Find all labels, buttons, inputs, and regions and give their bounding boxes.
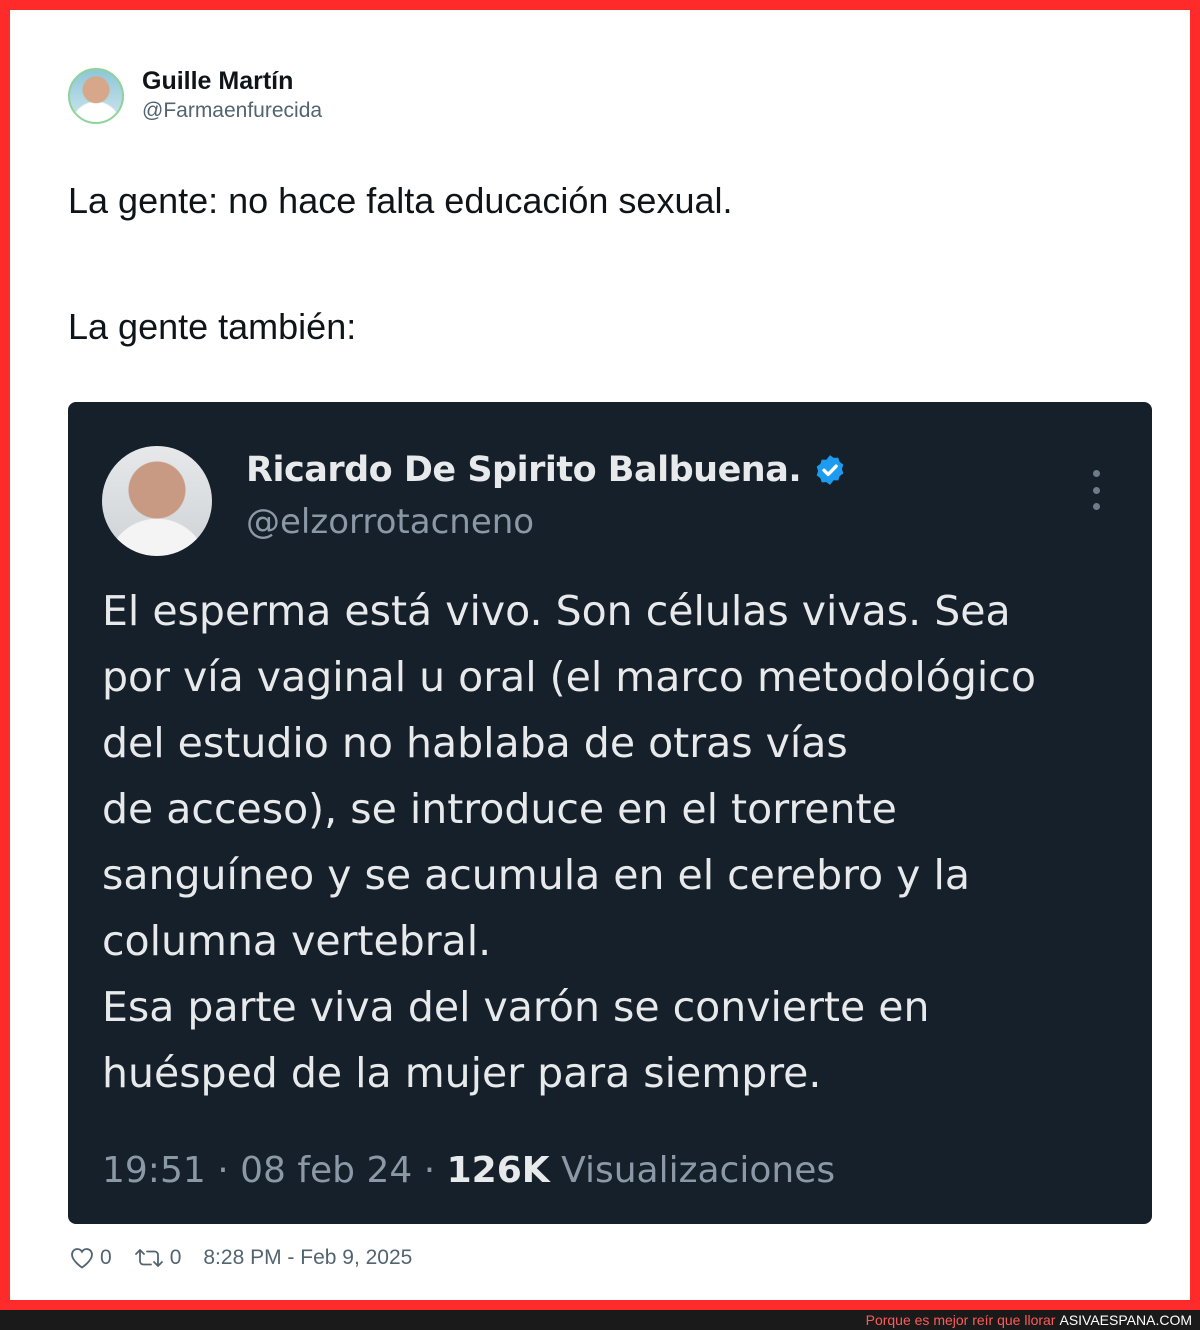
quoted-time: 19:51: [102, 1150, 206, 1191]
footer-tagline: Porque es mejor reír que llorar: [865, 1312, 1056, 1328]
quoted-tweet-screenshot: Ricardo De Spirito Balbuena. @elzorrotac…: [68, 402, 1152, 1224]
tweet-actions: 0 0 8:28 PM - Feb 9, 2025: [70, 1246, 412, 1270]
quoted-body-line: columna vertebral.: [102, 917, 492, 965]
like-count: 0: [100, 1246, 112, 1269]
tweet-text-line-2: La gente también:: [68, 306, 357, 347]
quoted-body-line: por vía vaginal u oral (el marco metodol…: [102, 653, 1036, 701]
author-display-name[interactable]: Guille Martín: [142, 66, 322, 96]
quoted-body-line: Esa parte viva del varón se convierte en: [102, 983, 930, 1031]
retweet-count: 0: [169, 1246, 182, 1269]
quoted-views-label: Visualizaciones: [561, 1150, 836, 1191]
verified-badge-icon: [816, 455, 844, 485]
tweet-text-line-1: La gente: no hace falta educación sexual…: [68, 180, 733, 221]
quoted-meta: 19:51 · 08 feb 24 · 126K Visualizaciones: [102, 1150, 836, 1191]
quoted-name-row: Ricardo De Spirito Balbuena.: [246, 450, 847, 490]
tweet-timestamp[interactable]: 8:28 PM - Feb 9, 2025: [203, 1246, 412, 1270]
quoted-body-line: huésped de la mujer para siempre.: [102, 1049, 822, 1097]
footer-site-link[interactable]: ASIVAESPANA.COM: [1059, 1312, 1192, 1328]
quoted-body-line: El esperma está vivo. Son células vivas.…: [102, 587, 1011, 635]
author-handle[interactable]: @Farmaenfurecida: [142, 96, 322, 126]
retweet-icon: [134, 1249, 163, 1267]
site-footer: Porque es mejor reír que llorar ASIVAESP…: [0, 1310, 1200, 1330]
more-options-icon: [1088, 470, 1104, 510]
heart-icon: [71, 1248, 93, 1269]
meme-frame: Guille Martín @Farmaenfurecida La gente:…: [0, 0, 1200, 1310]
quoted-tweet-body: El esperma está vivo. Son células vivas.…: [102, 578, 1132, 1106]
quoted-body-line: sanguíneo y se acumula en el cerebro y l…: [102, 851, 970, 899]
retweet-button[interactable]: 0: [134, 1246, 182, 1270]
quoted-handle: @elzorrotacneno: [246, 502, 535, 542]
quoted-author-avatar: [102, 446, 212, 556]
quoted-date: 08 feb 24: [240, 1150, 413, 1191]
author-names: Guille Martín @Farmaenfurecida: [142, 66, 322, 126]
quoted-views-count: 126K: [446, 1150, 550, 1191]
quoted-display-name: Ricardo De Spirito Balbuena.: [246, 450, 802, 490]
author-avatar[interactable]: [68, 68, 124, 124]
like-button[interactable]: 0: [70, 1246, 112, 1270]
tweet-header: Guille Martín @Farmaenfurecida: [68, 66, 322, 126]
quoted-body-line: de acceso), se introduce en el torrente: [102, 785, 897, 833]
quoted-body-line: del estudio no hablaba de otras vías: [102, 719, 848, 767]
